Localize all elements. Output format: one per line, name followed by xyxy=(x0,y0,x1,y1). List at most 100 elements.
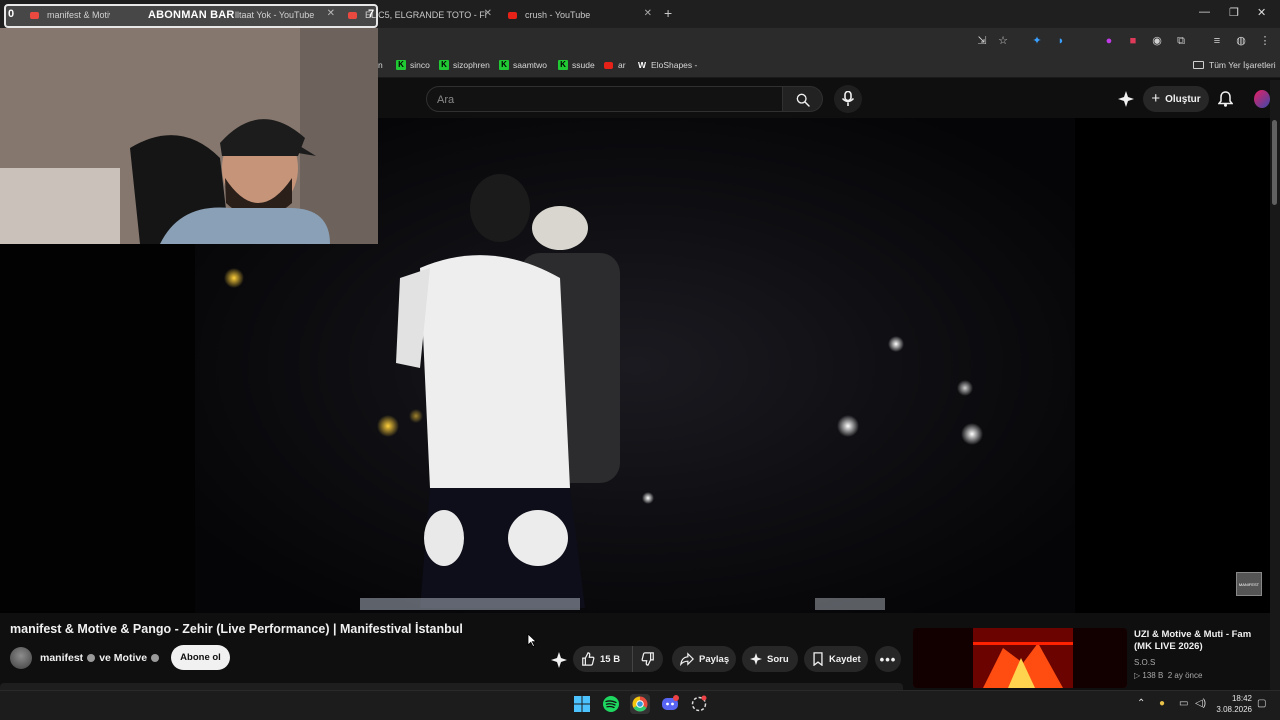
tab-title: crush - YouTube xyxy=(525,10,591,20)
ai-sparkle-icon[interactable] xyxy=(551,652,567,668)
profile-avatar[interactable]: ◍ xyxy=(1234,34,1248,48)
bookmark-label: sizophren xyxy=(453,60,490,70)
account-avatar[interactable] xyxy=(1254,90,1270,108)
share-arrow-icon xyxy=(680,652,694,666)
folder-icon xyxy=(1193,61,1204,69)
close-tab-icon[interactable]: ✕ xyxy=(644,8,652,19)
share-label: Paylaş xyxy=(699,653,730,665)
channel-watermark[interactable]: MANIFEST xyxy=(1236,572,1262,596)
spotify-logo-icon xyxy=(603,696,619,712)
browser-tab-4[interactable]: crush - YouTube ✕ xyxy=(508,4,656,26)
bookmark-label: ssude xyxy=(572,60,595,70)
verified-icon xyxy=(151,654,160,662)
chrome-logo-icon xyxy=(632,696,648,712)
channel-name[interactable]: manifest xyxy=(40,652,83,664)
scrollbar-thumb[interactable] xyxy=(1272,120,1277,205)
recommended-video-channel[interactable]: S.O.S xyxy=(1134,658,1155,667)
goal-start-value: 0 xyxy=(8,8,15,20)
like-dislike-group: 15 B xyxy=(573,646,663,672)
all-bookmarks-folder[interactable]: Tüm Yer İşaretleri xyxy=(1193,60,1276,70)
eloshapes-icon: W xyxy=(638,60,647,70)
sparkle-icon xyxy=(750,653,762,665)
thumbs-up-icon xyxy=(582,652,595,666)
view-count: ▷ 138 B xyxy=(1134,671,1164,680)
mouse-cursor-icon xyxy=(527,633,537,647)
bookmark-label: ar xyxy=(618,60,626,70)
microphone-icon xyxy=(841,91,855,106)
show-hidden-icons[interactable]: ⌃ xyxy=(1137,698,1145,709)
minimize-button[interactable]: — xyxy=(1199,6,1210,18)
voice-search-button[interactable] xyxy=(834,85,862,113)
bookmark-label: saamtwo xyxy=(513,60,548,70)
channel-avatar[interactable] xyxy=(10,647,32,669)
bookmark-item[interactable]: W EloShapes - xyxy=(638,60,697,70)
bookmark-item[interactable]: n xyxy=(378,60,383,70)
taskbar-clock-date[interactable]: 3.08.2026 xyxy=(1212,705,1252,714)
thumbs-down-icon xyxy=(641,652,654,666)
install-app-icon[interactable]: ⇲ xyxy=(975,34,989,48)
close-tab-icon[interactable]: ✕ xyxy=(484,8,492,19)
puzzle-icon[interactable]: ⧉ xyxy=(1174,34,1188,48)
gemini-sparkle-icon[interactable] xyxy=(1118,91,1134,107)
tab-title: EL C5, ELGRANDE TOTO - Fl xyxy=(365,10,487,20)
taskbar-clock-time[interactable]: 18:42 xyxy=(1224,694,1252,703)
notifications-bell-icon[interactable] xyxy=(1218,91,1233,107)
search-input[interactable] xyxy=(437,92,767,108)
extension-icon[interactable]: ■ xyxy=(1126,34,1140,48)
streamer-webcam-image xyxy=(0,28,378,244)
share-button[interactable]: Paylaş xyxy=(672,646,736,672)
browser-menu-icon[interactable]: ⋮ xyxy=(1258,34,1272,48)
goal-end-value: 7 xyxy=(368,8,375,20)
notifications-tray-icon[interactable]: ▢ xyxy=(1257,698,1266,709)
bookmark-item[interactable]: K sinco xyxy=(396,60,430,70)
subscribe-button[interactable]: Abone ol xyxy=(171,645,230,670)
bookmark-item[interactable]: K saamtwo xyxy=(499,60,547,70)
bookmark-star-icon[interactable]: ☆ xyxy=(996,34,1010,48)
extension-icon[interactable]: ◉ xyxy=(1150,34,1164,48)
kick-icon: K xyxy=(499,60,509,70)
spotify-icon[interactable] xyxy=(601,694,621,714)
recommended-video-title[interactable]: UZI & Motive & Muti - Fam (MK LIVE 2026) xyxy=(1134,629,1264,653)
kick-icon: K xyxy=(439,60,449,70)
extension-icon[interactable]: ✦ xyxy=(1030,34,1044,48)
circle-app-icon xyxy=(691,695,707,712)
close-window-button[interactable]: ✕ xyxy=(1257,6,1266,19)
recommended-video-thumbnail[interactable] xyxy=(913,628,1127,688)
search-button[interactable] xyxy=(783,86,823,112)
bookmark-item[interactable]: K sizophren xyxy=(439,60,490,70)
extension-icon[interactable]: ● xyxy=(1102,34,1116,48)
windows-logo-icon xyxy=(574,696,590,712)
windows-start-icon[interactable] xyxy=(572,694,592,714)
dislike-button[interactable] xyxy=(633,646,663,672)
app-icon[interactable] xyxy=(689,694,709,714)
bookmark-item[interactable]: ar xyxy=(604,60,626,70)
chrome-icon[interactable] xyxy=(630,694,650,714)
ask-button[interactable]: Soru xyxy=(742,646,798,672)
discord-icon[interactable] xyxy=(660,694,680,714)
bookmark-icon xyxy=(813,652,823,666)
bookmark-label: n xyxy=(378,60,383,70)
extension-icon[interactable]: ◗ xyxy=(1054,34,1068,48)
youtube-icon xyxy=(604,61,613,69)
bookmark-item[interactable]: K ssude xyxy=(558,60,595,70)
bookmark-label: EloShapes - xyxy=(651,60,698,70)
kick-icon: K xyxy=(558,60,568,70)
thumbnail-image xyxy=(913,628,1127,688)
network-icon[interactable]: ▭ xyxy=(1179,698,1188,709)
plus-icon: + xyxy=(1151,90,1161,107)
save-button[interactable]: Kaydet xyxy=(804,646,868,672)
video-title: manifest & Motive & Pango - Zehir (Live … xyxy=(10,622,463,636)
tab-search-icon[interactable]: ≡ xyxy=(1210,34,1224,48)
description-box[interactable] xyxy=(0,683,903,690)
channel-joiner[interactable]: ve Motive xyxy=(99,652,147,664)
microphone-tray-icon[interactable]: ● xyxy=(1159,698,1165,709)
save-label: Kaydet xyxy=(829,653,861,665)
channel-names[interactable]: manifest ve Motive xyxy=(40,652,163,664)
more-actions-button[interactable]: ••• xyxy=(875,646,901,672)
volume-icon[interactable]: ◁) xyxy=(1195,698,1206,709)
new-tab-button[interactable]: + xyxy=(664,5,672,21)
like-button[interactable]: 15 B xyxy=(573,646,633,672)
create-button[interactable]: + Oluştur xyxy=(1143,86,1209,112)
maximize-button[interactable]: ❐ xyxy=(1229,6,1239,19)
verified-icon xyxy=(87,654,96,662)
